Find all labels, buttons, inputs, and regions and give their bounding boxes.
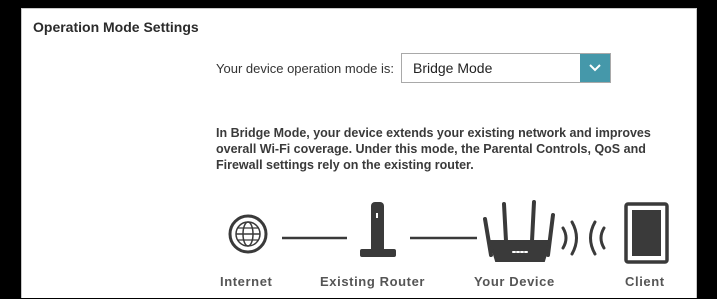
operation-mode-panel: Operation Mode Settings Your device oper… [21, 8, 697, 298]
your-device-router-icon [483, 200, 555, 262]
internet-caption: Internet [220, 274, 273, 289]
globe-icon [228, 214, 268, 254]
existing-router-caption: Existing Router [320, 274, 426, 289]
existing-router-icon [360, 202, 396, 257]
client-caption: Client [625, 274, 665, 289]
wifi-signal-icon [561, 220, 606, 256]
network-diagram [228, 200, 669, 264]
client-tablet-icon [624, 202, 669, 264]
your-device-caption: Your Device [474, 274, 555, 289]
